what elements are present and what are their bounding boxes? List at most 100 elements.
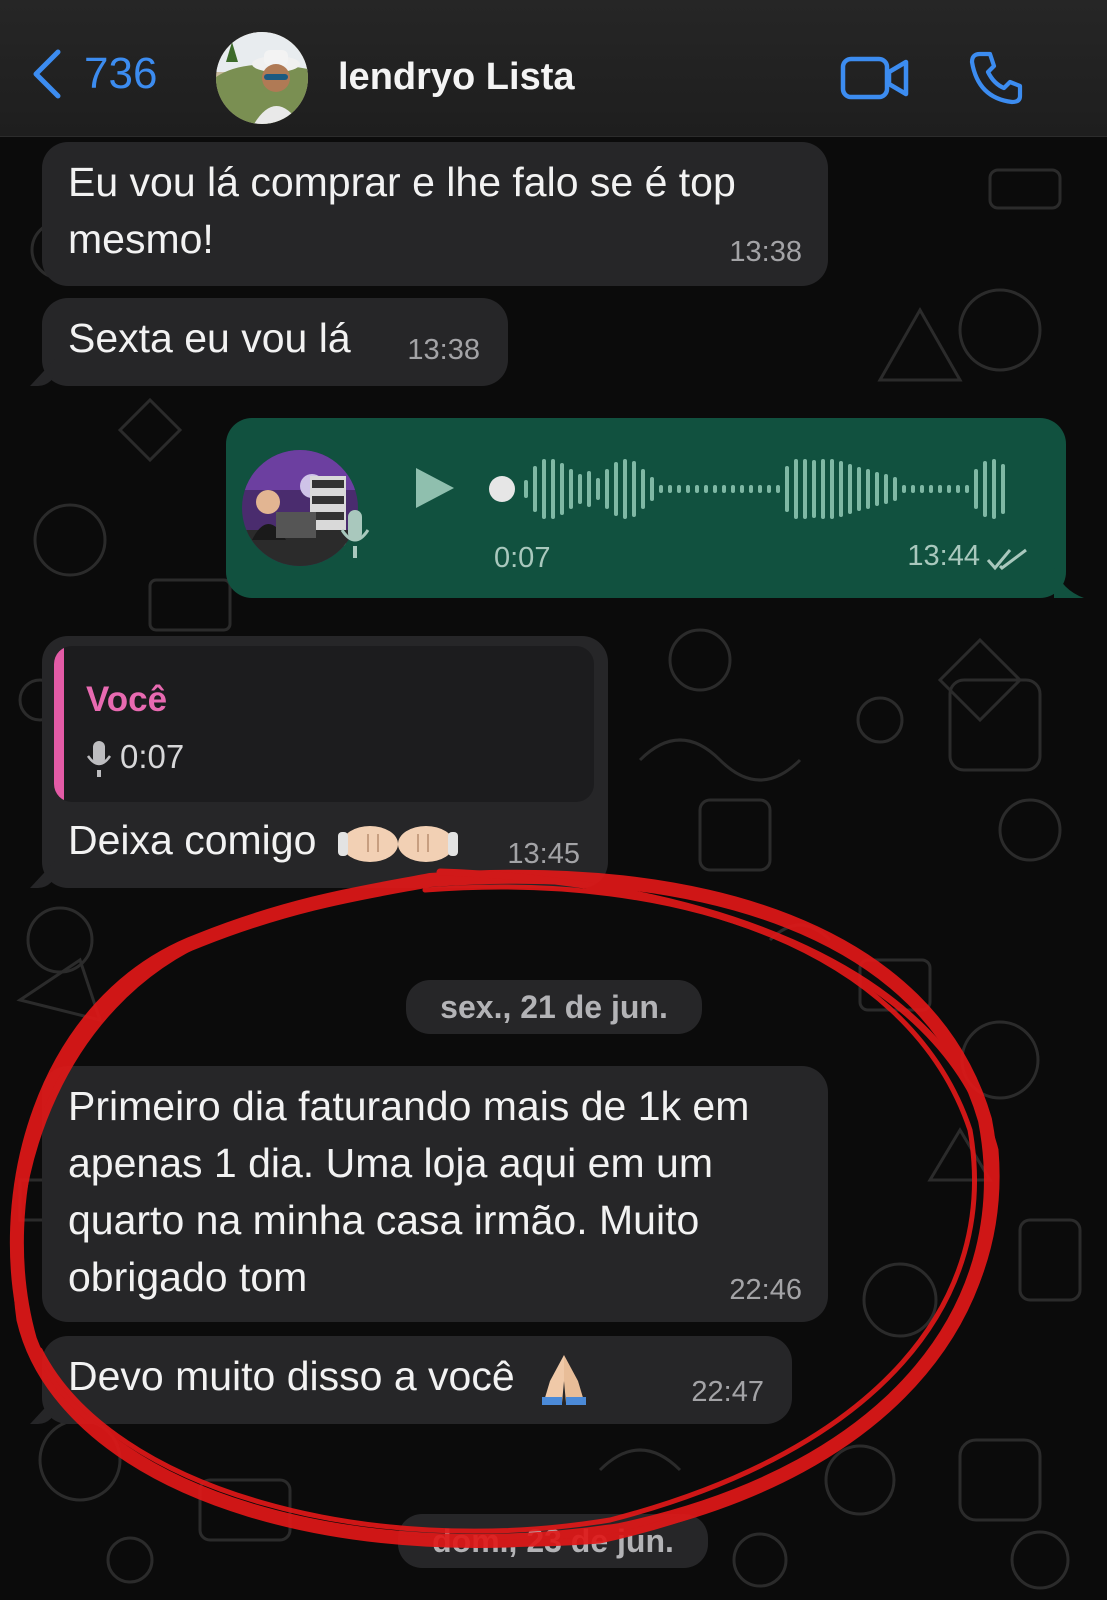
audio-waveform[interactable] (488, 454, 1028, 524)
waveform-bar (794, 459, 798, 519)
message-text-line: apenas 1 dia. Uma loja aqui em um (68, 1140, 713, 1186)
waveform-bar (812, 460, 816, 518)
waveform-bar (821, 459, 825, 519)
waveform-bar (605, 469, 609, 509)
incoming-message[interactable]: Eu vou lá comprar e lhe falo se é top me… (42, 142, 828, 286)
message-text: Devo muito disso a você (68, 1348, 592, 1407)
waveform-bar (524, 480, 528, 498)
waveform-bar (857, 467, 861, 511)
waveform-bar (848, 464, 852, 514)
waveform-bar (839, 461, 843, 517)
fist-bump-emoji-icon (337, 826, 458, 863)
waveform-bar (677, 485, 681, 493)
waveform-bar (785, 466, 789, 512)
waveform-bar (920, 485, 924, 493)
waveform-bar (722, 485, 726, 493)
waveform-bar (650, 477, 654, 501)
incoming-message[interactable]: Devo muito disso a você 22:47 (42, 1336, 792, 1424)
quoted-message[interactable]: Você 0:07 (54, 646, 594, 802)
unread-count: 736 (84, 49, 158, 98)
message-time: 22:46 (729, 1274, 802, 1306)
message-text-line: quarto na minha casa irmão. Muito (68, 1197, 700, 1243)
message-time: 22:47 (691, 1376, 764, 1408)
waveform-bar (569, 469, 573, 509)
incoming-message[interactable]: Primeiro dia faturando mais de 1k em ape… (42, 1066, 828, 1322)
waveform-bar (704, 485, 708, 493)
message-time: 13:45 (507, 838, 580, 870)
quote-accent-bar (54, 646, 64, 802)
message-time: 13:38 (407, 334, 480, 366)
waveform-bar (587, 471, 591, 507)
waveform-bar (902, 485, 906, 493)
voice-duration: 0:07 (494, 542, 551, 574)
contact-avatar[interactable] (216, 32, 308, 124)
waveform-bar (983, 461, 987, 517)
waveform-bar (632, 461, 636, 517)
waveform-bar (992, 459, 996, 519)
date-separator: sex., 21 de jun. (406, 980, 702, 1034)
microphone-icon (340, 510, 370, 558)
chat-header: 736 lendryo Lista (0, 0, 1107, 137)
waveform-bar (866, 469, 870, 509)
incoming-message[interactable]: Sexta eu vou lá 13:38 (42, 298, 508, 386)
waveform-bar (758, 485, 762, 493)
contact-name[interactable]: lendryo Lista (338, 56, 575, 99)
waveform-bar (803, 459, 807, 519)
quote-duration: 0:07 (120, 738, 185, 775)
message-text-content: Deixa comigo (68, 817, 317, 863)
waveform-bar (596, 478, 600, 500)
waveform-bar (623, 459, 627, 519)
waveform-bar (929, 485, 933, 493)
waveform-bar (560, 463, 564, 515)
message-text: Sexta eu vou lá (68, 315, 351, 361)
waveform-bar (767, 485, 771, 493)
waveform-bar (740, 485, 744, 493)
chevron-left-icon (33, 49, 61, 99)
waveform-bar (659, 485, 663, 493)
message-time: 13:38 (729, 236, 802, 268)
waveform-bar (893, 477, 897, 501)
double-check-icon (986, 548, 1027, 571)
message-text-line: Eu vou lá comprar e lhe falo se é top (68, 159, 736, 205)
message-time: 13:44 (907, 540, 980, 572)
waveform-bar (776, 485, 780, 493)
bubble-tail (1054, 568, 1084, 598)
waveform-bar (551, 459, 555, 519)
waveform-bar (695, 485, 699, 493)
folded-hands-emoji-icon (542, 1355, 587, 1406)
phone-call-icon[interactable] (968, 50, 1024, 106)
quote-author: Você (86, 680, 168, 719)
message-text-line: mesmo! (68, 216, 214, 262)
message-text-line: Primeiro dia faturando mais de 1k em (68, 1083, 750, 1129)
waveform-bar (875, 472, 879, 506)
waveform-bar (938, 485, 942, 493)
microphone-icon (86, 741, 112, 777)
waveform-bar (947, 485, 951, 493)
back-button[interactable]: 736 (30, 48, 157, 100)
date-separator: dom., 23 de jun. (398, 1514, 708, 1568)
waveform-bar (731, 485, 735, 493)
waveform-bar (830, 459, 834, 519)
waveform-bar (974, 469, 978, 509)
waveform-bar (713, 485, 717, 493)
video-call-icon[interactable] (840, 54, 910, 102)
waveform-bar (1001, 464, 1005, 514)
waveform-bar (956, 485, 960, 493)
play-icon[interactable] (412, 466, 456, 510)
waveform-bar (668, 485, 672, 493)
waveform-bar (614, 462, 618, 516)
waveform-bar (641, 469, 645, 509)
outgoing-voice-message[interactable]: 0:07 13:44 (226, 418, 1066, 598)
message-text-content: Devo muito disso a você (68, 1353, 515, 1399)
incoming-reply-message[interactable]: Você 0:07 Deixa comigo 13:45 (42, 636, 608, 888)
message-text-line: obrigado tom (68, 1254, 308, 1300)
waveform-bar (911, 485, 915, 493)
waveform-bar (578, 474, 582, 504)
playhead-knob[interactable] (489, 476, 515, 502)
message-text: Deixa comigo (68, 812, 458, 869)
waveform-bar (749, 485, 753, 493)
waveform-bar (884, 474, 888, 504)
waveform-bar (686, 485, 690, 493)
waveform-bar (542, 459, 546, 519)
waveform-bar (533, 466, 537, 512)
